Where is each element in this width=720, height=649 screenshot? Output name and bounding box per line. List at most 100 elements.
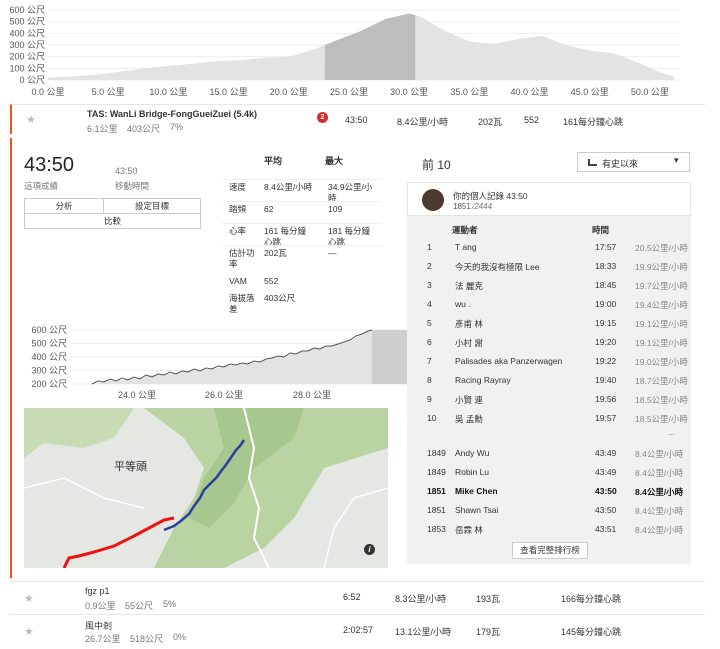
segment-row[interactable]: ★ fgz p1 0.9公里 55公尺 5% 6:52 8.3公里/小時 193…	[10, 581, 705, 612]
x-tick-label: 40.0 公里	[511, 87, 549, 97]
leaderboard-athlete-name[interactable]: Shawn Tsai	[455, 505, 498, 515]
y-tick-label: 300 公尺	[31, 366, 67, 376]
leaderboard-filter-label: 有史以來	[602, 159, 639, 169]
segment-name[interactable]: fgz p1	[85, 586, 110, 596]
star-icon[interactable]: ★	[24, 592, 34, 605]
leaderboard-row[interactable]: 1 T ang 17:57 20.5公里/小時	[417, 238, 701, 257]
leaderboard-rank: 2	[427, 261, 432, 271]
leaderboard-speed: 19.0公里/小時	[635, 357, 688, 367]
segment-time: 2:02:57	[343, 625, 374, 635]
y-tick-label: 200 公尺	[31, 379, 67, 389]
segment-name[interactable]: 風中剎	[85, 619, 112, 632]
stat-max: 109	[328, 204, 343, 214]
segment-elevation-chart[interactable]: 600 公尺 500 公尺 400 公尺 300 公尺 200 公尺 24.0 公里 26…	[12, 322, 417, 402]
segment-speed: 13.1公里/小時	[395, 627, 452, 637]
segment-map[interactable]: 平等頭 i	[24, 408, 388, 568]
leaderboard-time: 19:00	[595, 299, 617, 309]
leaderboard-row[interactable]: 1849 Andy Wu 43:49 8.4公里/小時	[417, 444, 701, 463]
leaderboard-row[interactable]: 5 彥甫 林 19:15 19.1公里/小時	[417, 314, 701, 333]
leaderboard-athlete-name[interactable]: 小村 謝	[455, 337, 483, 349]
leaderboard-row[interactable]: 1851 Shawn Tsai 43:50 8.4公里/小時	[417, 501, 701, 520]
leaderboard-time: 19:20	[595, 337, 617, 347]
analyze-button[interactable]: 分析	[24, 198, 104, 214]
leaderboard-time: 43:49	[595, 448, 617, 458]
star-icon[interactable]: ★	[24, 625, 34, 638]
stat-divider	[222, 201, 382, 202]
leaderboard-row[interactable]: 9 小賢 連 19:56 18.5公里/小時	[417, 390, 701, 409]
compare-button[interactable]: 比較	[24, 213, 201, 229]
leaderboard-athlete-name[interactable]: 岳霖 林	[455, 524, 483, 536]
leaderboard-row[interactable]: 1853 岳霖 林 43:51 8.4公里/小時	[417, 520, 701, 539]
leaderboard-row[interactable]: 3 法 麗克 18:45 19.7公里/小時	[417, 276, 701, 295]
leaderboard-row[interactable]: 2 今天的我沒有極限 Lee 18:33 19.9公里/小時	[417, 257, 701, 276]
leaderboard-speed: 19.9公里/小時	[635, 262, 688, 272]
leaderboard-athlete-name[interactable]: Mike Chen	[455, 486, 498, 496]
segment-heartrate: 161每分鐘心跳	[563, 117, 624, 127]
stat-label: VAM	[229, 276, 247, 286]
segment-row-selected[interactable]: ★ TAS: WanLi Bridge-FongGueiZuei (5.4k) …	[10, 104, 705, 134]
leaderboard-rank: 8	[427, 375, 432, 385]
stat-avg: 8.4公里/小時	[264, 182, 313, 192]
leaderboard-athlete-name[interactable]: T ang	[455, 242, 477, 252]
leaderboard-row[interactable]: 1849 Robin Lu 43:49 8.4公里/小時	[417, 463, 701, 482]
leaderboard-athlete-name[interactable]: 小賢 連	[455, 394, 483, 406]
leaderboard-athlete-name[interactable]: Racing Rayray	[455, 375, 511, 385]
leaderboard-speed: 19.7公里/小時	[635, 281, 688, 291]
leaderboard-speed: 20.5公里/小時	[635, 243, 688, 253]
leaderboard-title: 前 10	[422, 158, 451, 172]
rank-badge: 2	[317, 112, 328, 123]
leaderboard-athlete-name[interactable]: Robin Lu	[455, 467, 489, 477]
leaderboard-row[interactable]: 6 小村 謝 19:20 19.1公里/小時	[417, 333, 701, 352]
leaderboard-rank: 5	[427, 318, 432, 328]
leaderboard-athlete-name[interactable]: 彥甫 林	[455, 318, 483, 330]
leaderboard-speed: 8.4公里/小時	[635, 487, 684, 497]
segment-name[interactable]: TAS: WanLi Bridge-FongGueiZuei (5.4k)	[87, 109, 257, 119]
leaderboard-row[interactable]: 4 wu . 19:00 19.4公里/小時	[417, 295, 701, 314]
y-tick-label: 200 公尺	[9, 52, 45, 62]
leaderboard-rank: 9	[427, 394, 432, 404]
view-full-leaderboard-button[interactable]: 查看完整排行榜	[512, 542, 588, 559]
leaderboard-rank: 7	[427, 356, 432, 366]
elevation-chart[interactable]: 600 公尺 500 公尺400 公尺 300 公尺 200 公尺100 公尺 0 公尺…	[0, 0, 720, 102]
x-tick-label: 20.0 公里	[270, 87, 308, 97]
leaderboard-ellipsis: ...	[668, 428, 675, 437]
leaderboard-rank: 1851	[427, 486, 446, 496]
segment-grade: 5%	[163, 599, 177, 609]
segment-row[interactable]: ★ 風中剎 26.7公里 518公尺 0% 2:02:57 13.1公里/小時 …	[10, 614, 705, 646]
segment-heartrate: 145每分鐘心跳	[561, 627, 622, 637]
leaderboard-athlete-name[interactable]: Andy Wu	[455, 448, 489, 458]
x-tick-label: 26.0 公里	[205, 390, 243, 400]
leaderboard-row[interactable]: 10 吳 孟勳 19:57 18.5公里/小時	[417, 409, 701, 428]
stat-label: 海拔落差	[229, 293, 255, 314]
leaderboard-row[interactable]: 7 Palisades aka Panzerwagen 19:22 19.0公里/小時	[417, 352, 701, 371]
segment-distance: 26.7公里	[85, 634, 121, 644]
segment-vam: 552	[524, 115, 540, 125]
leaderboard-rank: 3	[427, 280, 432, 290]
leaderboard-filter-dropdown[interactable]: 有史以來 ▾	[577, 152, 690, 172]
leaderboard-rank: 1849	[427, 448, 446, 458]
avatar[interactable]	[422, 189, 444, 211]
leaderboard-athlete-name[interactable]: 今天的我沒有極限 Lee	[455, 261, 540, 273]
leaderboard-time: 43:50	[595, 505, 617, 515]
pr-label: 你的個人記錄 43:50	[453, 191, 528, 201]
segment-time: 43:50	[345, 115, 368, 125]
leaderboard-time: 43:51	[595, 524, 617, 534]
map-info-icon[interactable]: i	[364, 544, 375, 555]
leaderboard-speed: 8.4公里/小時	[635, 468, 684, 478]
y-tick-label: 500 公尺	[9, 17, 45, 27]
leaderboard-rank: 10	[427, 413, 437, 423]
leaderboard-athlete-name[interactable]: Palisades aka Panzerwagen	[455, 356, 562, 366]
star-icon[interactable]: ★	[26, 113, 36, 126]
leaderboard-row[interactable]: 1851 Mike Chen 43:50 8.4公里/小時	[417, 482, 701, 501]
leaderboard-athlete-name[interactable]: wu .	[455, 299, 471, 309]
set-goal-button[interactable]: 設定目標	[103, 198, 201, 214]
leaderboard-row[interactable]: 8 Racing Rayray 19:40 18.7公里/小時	[417, 371, 701, 390]
y-tick-label: 400 公尺	[9, 28, 45, 38]
segment-power: 179瓦	[476, 627, 501, 637]
segment-detail-panel: 43:50 這項成績 43:50 移動時間 分析 設定目標 比較 平均 最大 速…	[10, 138, 705, 578]
elapsed-label: 這項成績	[24, 181, 59, 191]
leaderboard-athlete-name[interactable]: 法 麗克	[455, 280, 483, 292]
segment-end-area	[372, 330, 412, 384]
segment-grade: 7%	[170, 122, 184, 132]
leaderboard-athlete-name[interactable]: 吳 孟勳	[455, 413, 483, 425]
